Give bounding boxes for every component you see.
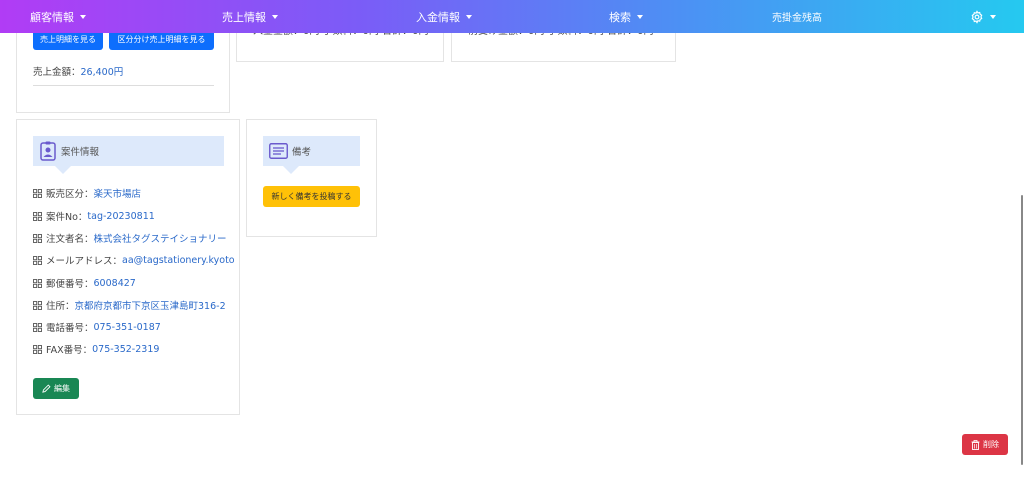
case-info-card: 案件情報 販売区分： 楽天市場店 案件No： tag-20230811 注文者名：株… <box>16 119 240 415</box>
post-note-button[interactable]: 新しく備考を投稿する <box>263 186 360 207</box>
case-row-postal-code: 郵便番号： 6008427 <box>33 276 136 290</box>
case-row-email: メールアドレス： aa@tagstationery.kyoto <box>33 253 235 267</box>
delete-button[interactable]: 削除 <box>962 434 1008 455</box>
notes-card: 備考 新しく備考を投稿する <box>246 119 377 237</box>
case-row-case-no: 案件No： tag-20230811 <box>33 209 155 223</box>
edit-button[interactable]: 編集 <box>33 378 79 399</box>
grid-icon <box>33 188 42 198</box>
nav-search[interactable]: 検索 <box>609 0 643 33</box>
notes-header: 備考 <box>263 136 360 174</box>
case-row-address: 住所： 京都府京都市下京区玉津島町316-2 <box>33 298 226 312</box>
caret-down-icon <box>272 14 278 19</box>
case-row-orderer-name: 注文者名： 株式会社タグステイショナリー <box>33 231 227 245</box>
grid-icon <box>33 322 42 332</box>
caret-down-icon <box>80 14 86 19</box>
sales-amount: 売上金額：26,400円 <box>33 67 124 78</box>
grid-icon <box>33 211 42 221</box>
grid-icon <box>33 278 42 288</box>
grid-icon <box>33 255 42 265</box>
vertical-scrollbar[interactable] <box>1021 195 1023 465</box>
notes-icon <box>269 143 288 159</box>
nav-sales-info[interactable]: 売上情報 <box>222 0 278 33</box>
nav-customer-info[interactable]: 顧客情報 <box>30 0 86 33</box>
case-row-fax: FAX番号： 075-352-2319 <box>33 342 159 356</box>
trash-icon <box>971 439 980 450</box>
grid-icon <box>33 344 42 354</box>
gear-icon <box>971 9 983 24</box>
caret-down-icon <box>466 14 472 19</box>
grid-icon <box>33 233 42 243</box>
nav-settings[interactable] <box>970 0 996 33</box>
case-row-phone: 電話番号： 075-351-0187 <box>33 320 161 334</box>
pencil-icon <box>42 384 51 393</box>
case-info-header: 案件情報 <box>33 136 224 174</box>
advance-summary-card: 前受け金額：0円 手数料：0円 合計：0円 <box>451 28 676 62</box>
caret-down-icon <box>990 14 996 19</box>
nav-payment-info[interactable]: 入金情報 <box>416 0 472 33</box>
sales-summary-card: 売上明細を見る 区分分け売上明細を見る 売上金額：26,400円 <box>16 28 230 113</box>
nav-receivable-balance[interactable]: 売掛金残高 <box>772 0 822 33</box>
divider <box>33 85 214 86</box>
caret-down-icon <box>637 14 643 19</box>
top-navbar: 顧客情報 売上情報 入金情報 検索 売掛金残高 <box>0 0 1024 33</box>
payment-summary-card: 入金金額：0円 手数料：0円 合計：0円 <box>236 28 444 62</box>
id-badge-icon <box>40 141 56 161</box>
case-row-sales-category: 販売区分： 楽天市場店 <box>33 186 141 200</box>
grid-icon <box>33 300 42 310</box>
